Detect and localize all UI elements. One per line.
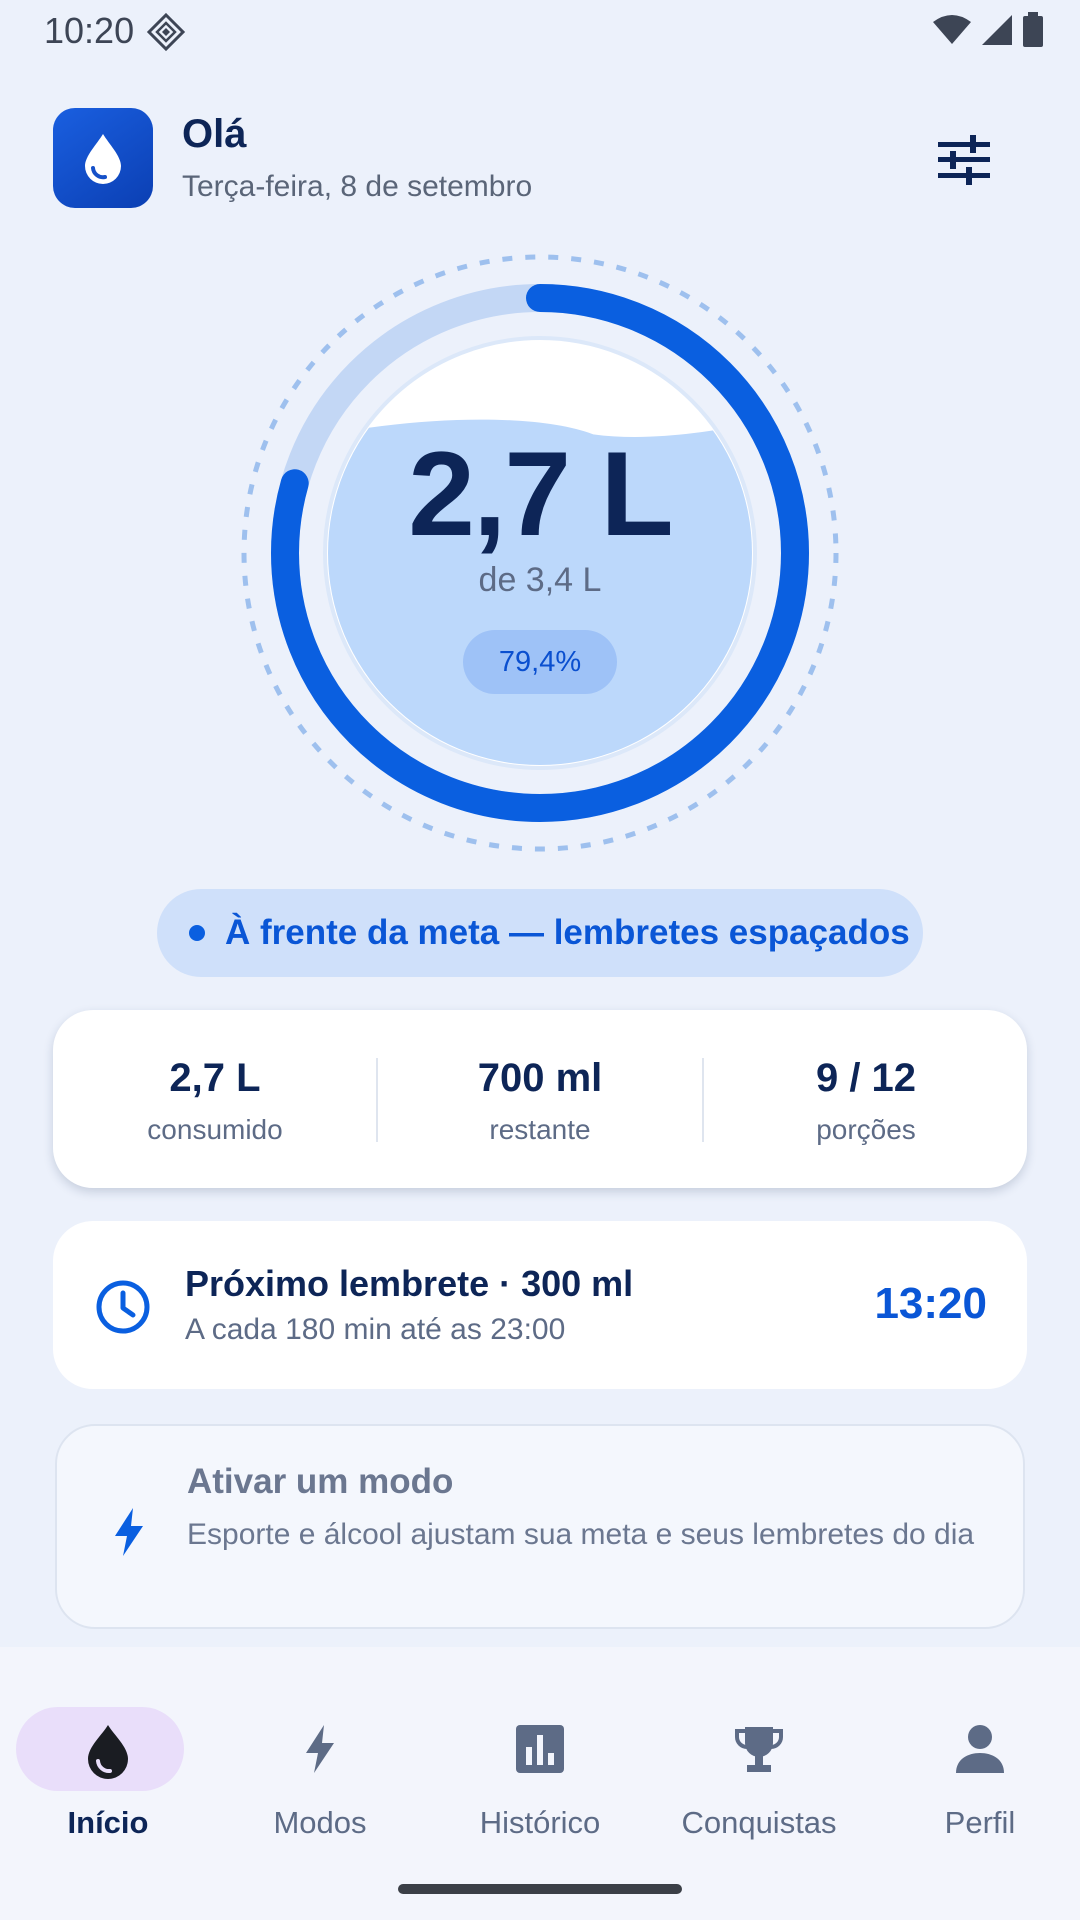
stat-label: restante <box>489 1114 591 1145</box>
stat-label: porções <box>816 1114 916 1145</box>
water-drop-icon <box>85 134 121 184</box>
status-dot-icon <box>189 925 205 941</box>
status-time: 10:20 <box>44 10 135 51</box>
goal-status-text: À frente da meta — lembretes espaçados <box>225 913 910 952</box>
app-screen: 10:20 Olá Terça-feira, 8 de setembro 2,7… <box>0 0 1080 1920</box>
reminder-subtitle: A cada 180 min até as 23:00 <box>185 1313 566 1346</box>
stats-card: 2,7 L consumido 700 ml restante 9 / 12 p… <box>53 1010 1027 1188</box>
intake-goal: de 3,4 L <box>478 561 602 599</box>
nav-label: Modos <box>273 1805 367 1840</box>
status-indicators <box>932 12 1044 48</box>
trophy-icon <box>735 1727 783 1772</box>
status-bar: 10:20 <box>0 0 1080 64</box>
stat-label: consumido <box>147 1114 283 1145</box>
mode-card-title: Ativar um modo <box>187 1462 454 1501</box>
settings-button[interactable] <box>924 124 1004 196</box>
reminder-time: 13:20 <box>874 1279 987 1328</box>
activate-mode-card[interactable]: Ativar um modo Esporte e álcool ajustam … <box>55 1424 1025 1629</box>
nav-item-perfil[interactable]: Perfil <box>872 1677 1080 1840</box>
app-logo <box>53 108 153 208</box>
person-icon <box>956 1725 1004 1773</box>
stat-consumed: 2,7 L consumido <box>53 1010 377 1188</box>
nav-item-modos[interactable]: Modos <box>212 1677 428 1840</box>
nav-item-historico[interactable]: Histórico <box>432 1677 648 1840</box>
nav-item-conquistas[interactable]: Conquistas <box>651 1677 867 1840</box>
stat-portions: 9 / 12 porções <box>704 1010 1028 1188</box>
ring-content: 2,7 L de 3,4 L 79,4% <box>240 253 840 853</box>
bolt-icon <box>306 1725 334 1773</box>
reminder-title: Próximo lembrete · 300 ml <box>185 1263 634 1304</box>
bottom-navigation: Início Modos Histórico Conquistas Perfil <box>0 1647 1080 1920</box>
battery-icon <box>1023 12 1043 47</box>
system-notification-icon <box>146 12 186 52</box>
nav-label: Perfil <box>944 1805 1016 1840</box>
stat-value: 2,7 L <box>169 1056 261 1100</box>
wifi-icon <box>933 15 971 44</box>
goal-status-chip: À frente da meta — lembretes espaçados <box>157 889 923 977</box>
intake-amount: 2,7 L <box>408 427 673 561</box>
percent-badge: 79,4% <box>463 630 617 694</box>
bar-chart-icon <box>516 1725 564 1773</box>
stat-value: 9 / 12 <box>815 1056 917 1100</box>
nav-label: Conquistas <box>681 1805 837 1840</box>
hydration-progress-ring: 2,7 L de 3,4 L 79,4% <box>240 253 840 853</box>
tune-icon <box>938 135 990 185</box>
stat-value: 700 ml <box>477 1056 603 1100</box>
nav-label: Início <box>67 1805 149 1840</box>
greeting-title: Olá <box>182 112 247 156</box>
stat-remaining: 700 ml restante <box>378 1010 702 1188</box>
clock-icon <box>96 1280 150 1334</box>
bolt-icon <box>115 1508 143 1556</box>
nav-label: Histórico <box>479 1805 601 1840</box>
signal-icon <box>982 15 1012 45</box>
date-subtitle: Terça-feira, 8 de setembro <box>182 170 533 203</box>
water-drop-icon <box>88 1725 128 1779</box>
home-indicator[interactable] <box>398 1884 682 1894</box>
next-reminder-card[interactable]: Próximo lembrete · 300 ml A cada 180 min… <box>53 1221 1027 1389</box>
nav-item-inicio[interactable]: Início <box>0 1677 216 1840</box>
mode-card-description: Esporte e álcool ajustam sua meta e seus… <box>187 1518 975 1551</box>
